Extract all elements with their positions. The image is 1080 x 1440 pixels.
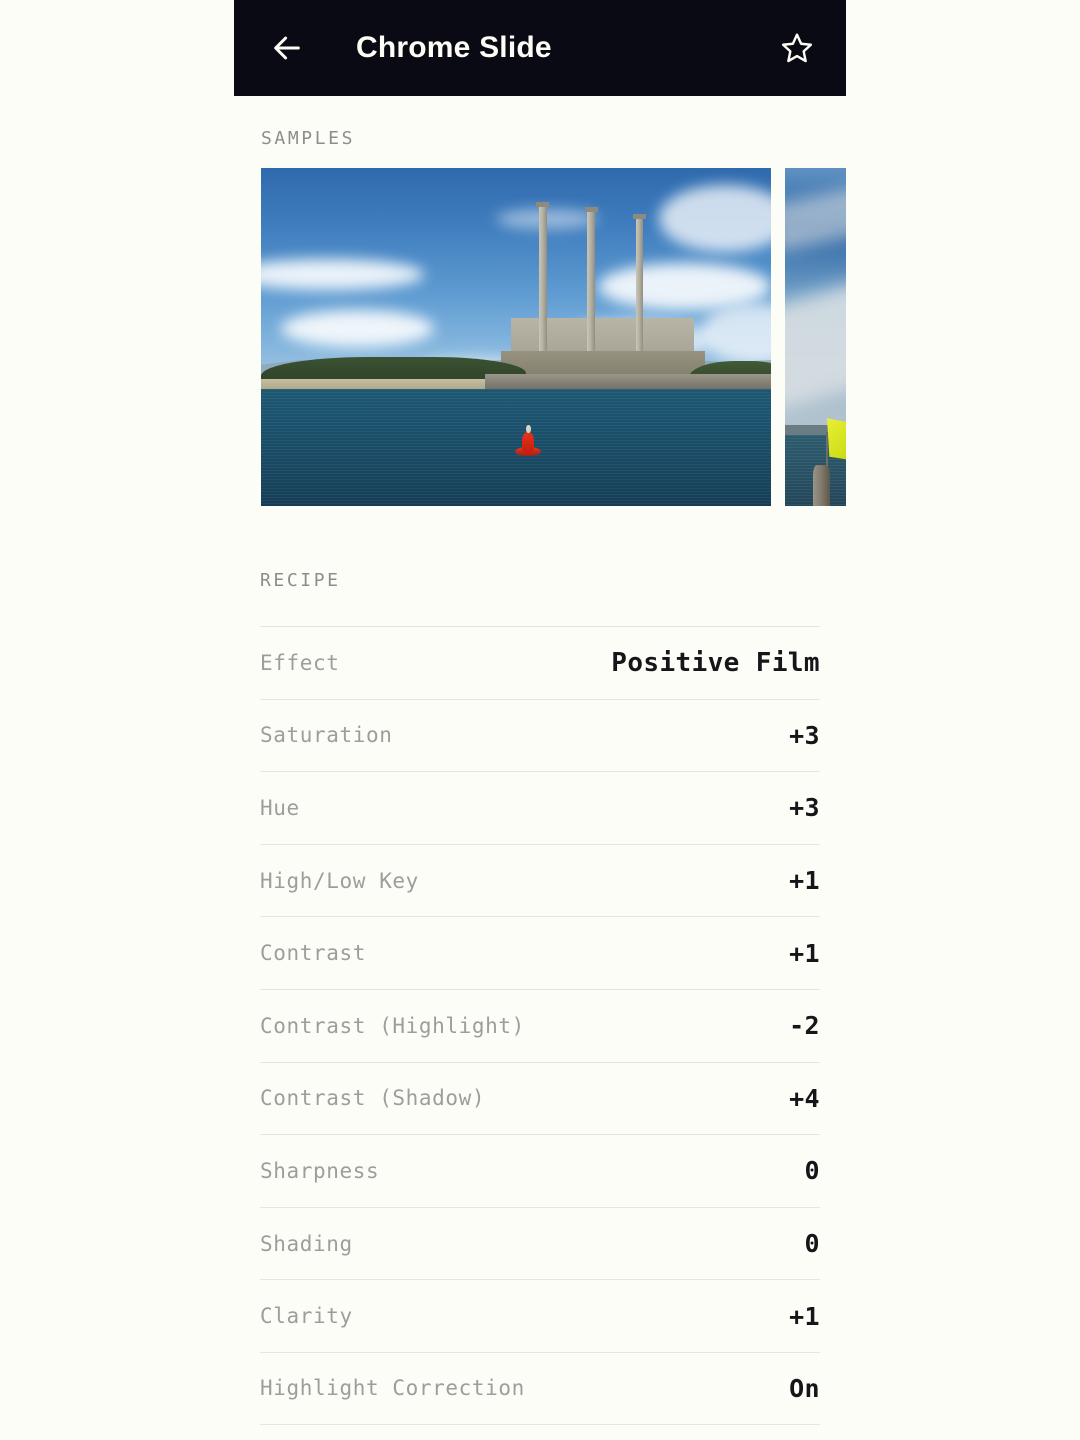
- recipe-key: Shading: [260, 1231, 353, 1256]
- recipe-key: Highlight Correction: [260, 1376, 525, 1401]
- recipe-row-shading: Shading 0: [260, 1206, 820, 1280]
- smokestack-cap-2: [584, 206, 598, 213]
- recipe-value: +4: [789, 1083, 820, 1113]
- sample-image-1[interactable]: [261, 168, 771, 506]
- recipe-row-highlight-correction: Highlight Correction On: [260, 1351, 820, 1425]
- samples-section-label: SAMPLES: [261, 128, 356, 149]
- yellow-flag: [827, 418, 846, 463]
- arrow-left-icon: [274, 36, 300, 60]
- recipe-value: +1: [789, 1301, 820, 1331]
- recipe-section-label: RECIPE: [260, 570, 341, 591]
- recipe-value: +3: [789, 720, 820, 750]
- recipe-value: Positive Film: [611, 647, 820, 678]
- favorite-button[interactable]: [774, 25, 820, 71]
- red-buoy: [522, 431, 535, 452]
- recipe-key: Sharpness: [260, 1158, 380, 1183]
- recipe-value: 0: [804, 1156, 820, 1186]
- smokestack-1: [538, 205, 547, 368]
- samples-strip[interactable]: [261, 168, 846, 506]
- recipe-row-effect: Effect Positive Film: [260, 626, 820, 699]
- recipe-key: Contrast: [260, 941, 366, 966]
- recipe-key: High/Low Key: [260, 868, 419, 893]
- cloud-shape: [281, 309, 435, 348]
- smokestack-cap-3: [633, 213, 647, 220]
- recipe-row-contrast: Contrast +1: [260, 916, 820, 989]
- app-screen: Chrome Slide SAMPLES RECIPE Effect Posit…: [234, 0, 846, 1440]
- recipe-value: On: [789, 1373, 820, 1403]
- sample-image-2[interactable]: [785, 168, 846, 506]
- recipe-row-hue: Hue +3: [260, 771, 820, 844]
- cloud-shape: [495, 208, 598, 229]
- recipe-row-saturation: Saturation +3: [260, 698, 820, 772]
- recipe-row-sharpness: Sharpness 0: [260, 1134, 820, 1207]
- recipe-value: -2: [789, 1011, 820, 1041]
- buoy-light: [526, 424, 531, 433]
- recipe-row-contrast-shadow: Contrast (Shadow) +4: [260, 1061, 820, 1135]
- recipe-key: Hue: [260, 795, 300, 820]
- recipe-key: Contrast (Highlight): [260, 1013, 525, 1038]
- recipe-value: +1: [789, 938, 820, 968]
- recipe-key: Contrast (Shadow): [260, 1086, 486, 1111]
- recipe-value: 0: [804, 1229, 820, 1259]
- recipe-row-clarity: Clarity +1: [260, 1279, 820, 1352]
- recipe-key: Saturation: [260, 723, 393, 748]
- recipe-value: +3: [789, 793, 820, 823]
- recipe-row-high-low-key: High/Low Key +1: [260, 843, 820, 917]
- recipe-row-contrast-highlight: Contrast (Highlight) -2: [260, 988, 820, 1062]
- page-title: Chrome Slide: [356, 31, 552, 64]
- recipe-key: Clarity: [260, 1304, 353, 1329]
- recipe-list: Effect Positive Film Saturation +3 Hue +…: [260, 626, 820, 1425]
- back-button[interactable]: [264, 25, 310, 71]
- water-region: [261, 389, 771, 506]
- star-outline-icon: [781, 33, 813, 63]
- wooden-post: [813, 465, 830, 506]
- recipe-value: +1: [789, 866, 820, 896]
- app-bar: Chrome Slide: [234, 0, 846, 96]
- recipe-key: Effect: [260, 650, 340, 675]
- smokestack-cap-1: [536, 201, 550, 208]
- screenshot-canvas: Chrome Slide SAMPLES RECIPE Effect Posit…: [0, 0, 1080, 1440]
